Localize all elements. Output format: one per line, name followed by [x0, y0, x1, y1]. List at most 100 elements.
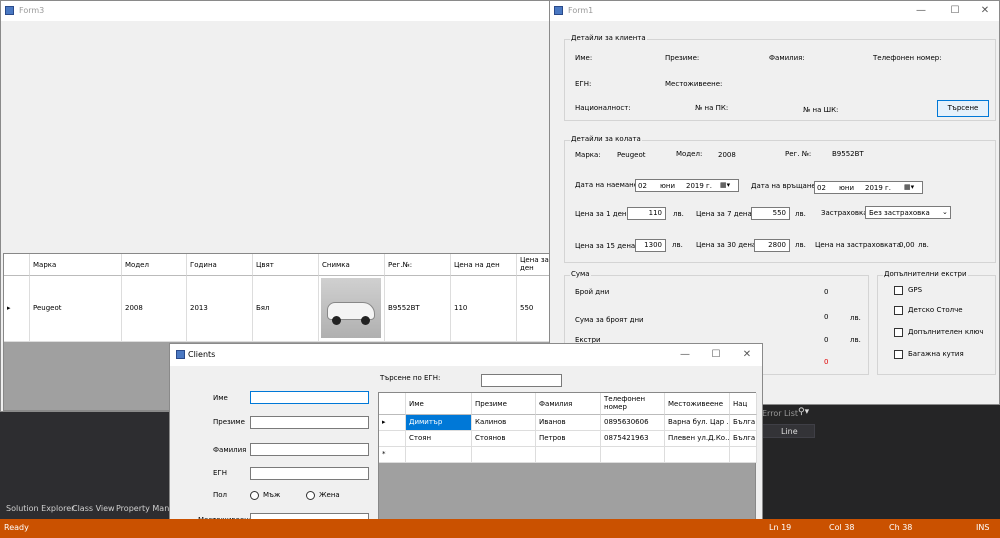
column-header-model[interactable]: Модел	[122, 254, 187, 276]
currency-7: лв.	[795, 210, 806, 218]
price-30-field[interactable]: 2800	[754, 239, 790, 252]
tab-solution-explorer[interactable]: Solution Explorer	[6, 504, 74, 513]
label-field-prezime: Презиме	[213, 418, 245, 426]
cell-price-day[interactable]: 110	[451, 276, 517, 342]
return-date-picker[interactable]: 02 юни 2019 г. ▦▾	[814, 181, 923, 194]
egn-field[interactable]	[250, 467, 369, 480]
label-male: Мъж	[263, 491, 281, 499]
close-icon[interactable]: ✕	[970, 3, 1000, 19]
calendar-icon[interactable]: ▦▾	[720, 181, 730, 189]
column-header-mestozhiveene[interactable]: Местоживеене	[665, 393, 730, 415]
car-group-title: Детайли за колата	[570, 135, 642, 143]
cell-familia[interactable]: Иванов	[536, 415, 601, 431]
cell-familia[interactable]: Петров	[536, 431, 601, 447]
insurance-select[interactable]: Без застраховка ⌄	[865, 206, 951, 219]
close-icon[interactable]: ✕	[732, 347, 762, 363]
error-list-title[interactable]: Error List	[762, 409, 798, 418]
label-return-date: Дата на връщане	[751, 182, 816, 190]
label-field-familia: Фамилия	[213, 446, 247, 454]
row-selector[interactable]	[379, 431, 406, 447]
label-rent-date: Дата на наемане	[575, 181, 639, 189]
cell-ime[interactable]: Стоян	[406, 431, 472, 447]
table-row[interactable]: ▸ Peugeot 2008 2013 Бял B9552BT 110 550	[4, 276, 560, 342]
search-button[interactable]: Търсене	[937, 100, 989, 117]
cell-prezime[interactable]: Калинов	[472, 415, 536, 431]
clients-titlebar[interactable]: Clients — ☐ ✕	[170, 344, 762, 366]
price-15-field[interactable]: 1300	[635, 239, 666, 252]
checkbox-luggage-box[interactable]	[894, 350, 903, 359]
price-1-field[interactable]: 110	[627, 207, 666, 220]
rent-date-picker[interactable]: 02 юни 2019 г. ▦▾	[635, 179, 739, 192]
cell-mestozhiveene[interactable]: Плевен ул.Д.Ко...	[665, 431, 730, 447]
column-header-ime[interactable]: Име	[406, 393, 472, 415]
row-selector[interactable]: ▸	[379, 415, 406, 431]
search-icon[interactable]: ⚲▾	[798, 407, 809, 417]
price-7-field[interactable]: 550	[751, 207, 790, 220]
label-telefon: Телефонен номер:	[873, 54, 942, 62]
cell-godina[interactable]: 2013	[187, 276, 253, 342]
error-list-header: Line	[760, 424, 815, 438]
chevron-down-icon[interactable]: ⌄	[942, 208, 948, 216]
maximize-icon[interactable]: ☐	[701, 347, 731, 363]
column-header-nacionalnost[interactable]: Нац	[730, 393, 757, 415]
clients-grid[interactable]: Име Презиме Фамилия Телефонен номер Мест…	[378, 392, 757, 522]
minimize-icon[interactable]: —	[906, 3, 936, 19]
cell-telefon[interactable]: 0895630606	[601, 415, 665, 431]
ime-field[interactable]	[250, 391, 369, 404]
new-row[interactable]: *	[379, 447, 757, 463]
label-luggage-box: Багажна кутия	[908, 350, 964, 358]
tab-class-view[interactable]: Class View	[72, 504, 115, 513]
column-header-reg[interactable]: Рег.№:	[385, 254, 451, 276]
radio-female[interactable]	[306, 491, 315, 500]
cell-model[interactable]: 2008	[122, 276, 187, 342]
calendar-icon[interactable]: ▦▾	[904, 183, 914, 191]
familia-field[interactable]	[250, 443, 369, 456]
label-price-1: Цена за 1 ден	[575, 210, 627, 218]
checkbox-gps[interactable]	[894, 286, 903, 295]
label-pk: № на ПК:	[695, 104, 729, 112]
cell-ime[interactable]: Димитър	[406, 415, 472, 431]
cell-prezime[interactable]: Стоянов	[472, 431, 536, 447]
checkbox-extra-key[interactable]	[894, 328, 903, 337]
column-header-cvqt[interactable]: Цвят	[253, 254, 319, 276]
column-header-familia[interactable]: Фамилия	[536, 393, 601, 415]
form-app-icon	[5, 6, 14, 15]
cell-telefon[interactable]: 0875421963	[601, 431, 665, 447]
row-selector[interactable]: ▸	[4, 276, 30, 342]
line-column-header[interactable]: Line	[781, 427, 798, 436]
currency-1: лв.	[673, 210, 684, 218]
cell-cvqt[interactable]: Бял	[253, 276, 319, 342]
cell-snimka[interactable]	[319, 276, 385, 342]
radio-male[interactable]	[250, 491, 259, 500]
form3-titlebar[interactable]: Form3	[1, 1, 559, 21]
label-child-seat: Детско Столче	[908, 306, 963, 314]
column-header-telefon[interactable]: Телефонен номер	[601, 393, 665, 415]
cell-reg[interactable]: B9552BT	[385, 276, 451, 342]
label-marka: Марка:	[575, 151, 601, 159]
insurance-currency: лв.	[918, 241, 929, 249]
status-bar: Ready Ln 19 Col 38 Ch 38 INS	[0, 519, 1000, 538]
minimize-icon[interactable]: —	[670, 347, 700, 363]
column-header-marka[interactable]: Марка	[30, 254, 122, 276]
label-field-pol: Пол	[213, 491, 228, 499]
table-row[interactable]: ▸ Димитър Калинов Иванов 0895630606 Варн…	[379, 415, 757, 431]
form1-titlebar[interactable]: Form1 — ☐ ✕	[550, 1, 999, 21]
table-row[interactable]: Стоян Стоянов Петров 0875421963 Плевен у…	[379, 431, 757, 447]
new-row-selector[interactable]: *	[379, 447, 406, 463]
cell-mestozhiveene[interactable]: Варна бул. Цар ...	[665, 415, 730, 431]
cell-nacionalnost[interactable]: Бълга	[730, 415, 757, 431]
cell-nacionalnost[interactable]: Бълга	[730, 431, 757, 447]
sum-group-title: Сума	[570, 270, 591, 278]
value-sum-days: 0	[824, 313, 829, 321]
column-header-snimka[interactable]: Снимка	[319, 254, 385, 276]
value-model: 2008	[718, 151, 736, 159]
column-header-price-day[interactable]: Цена на ден	[451, 254, 517, 276]
label-extra-key: Допълнителен ключ	[908, 328, 984, 336]
column-header-prezime[interactable]: Презиме	[472, 393, 536, 415]
cell-marka[interactable]: Peugeot	[30, 276, 122, 342]
column-header-godina[interactable]: Година	[187, 254, 253, 276]
checkbox-child-seat[interactable]	[894, 306, 903, 315]
prezime-field[interactable]	[250, 416, 369, 429]
maximize-icon[interactable]: ☐	[940, 3, 970, 19]
search-egn-input[interactable]	[481, 374, 562, 387]
